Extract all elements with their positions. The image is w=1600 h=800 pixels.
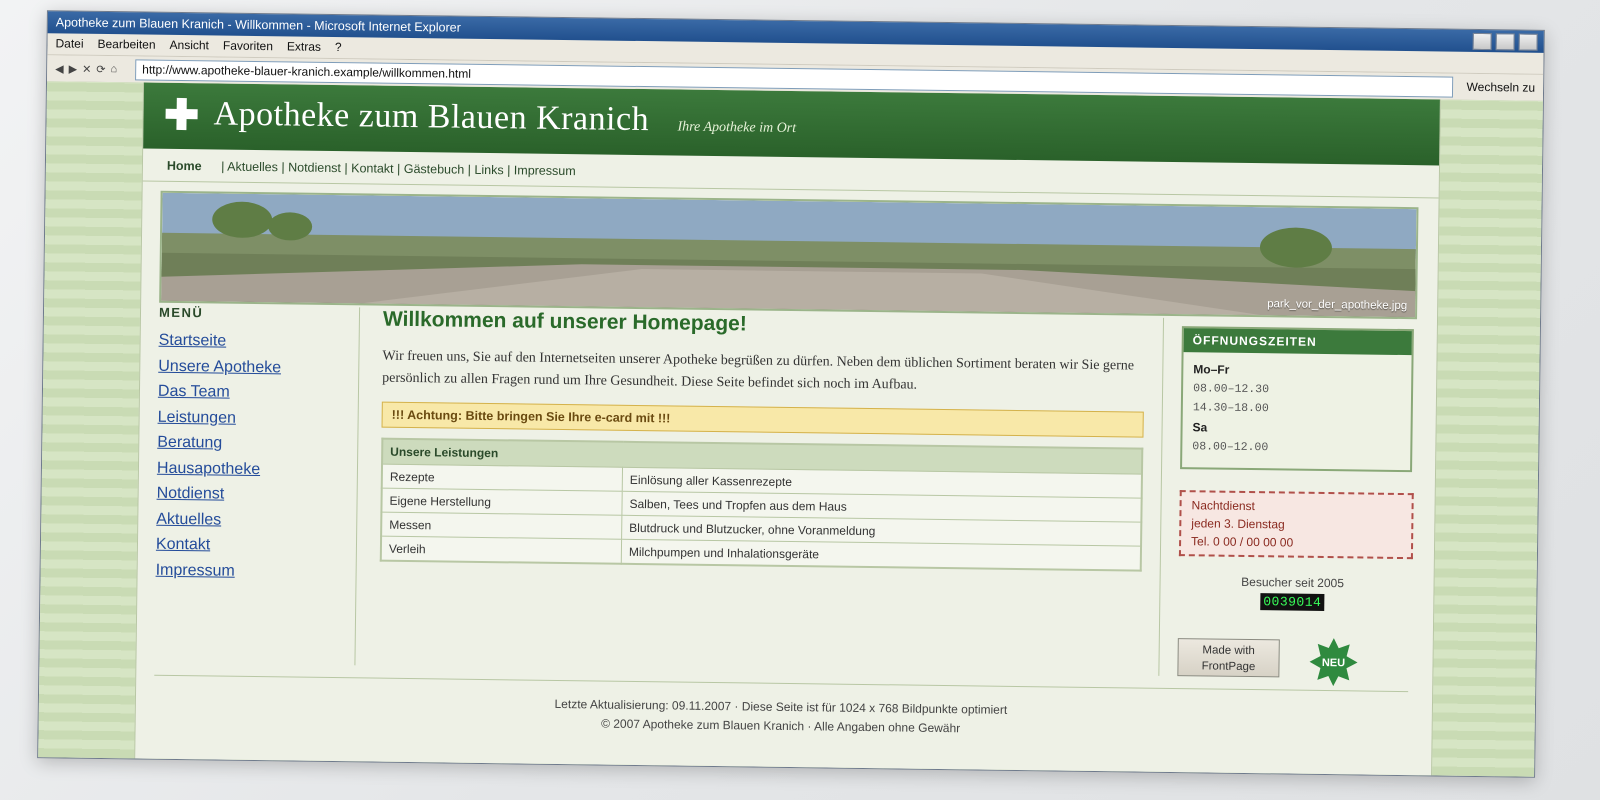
topnav-kontakt[interactable]: Kontakt <box>351 161 394 176</box>
intro-text: Wir freuen uns, Sie auf den Internetseit… <box>382 348 1135 393</box>
menu-link-hausapotheke[interactable]: Hausapotheke <box>157 455 357 483</box>
weekday-label: Mo–Fr <box>1193 362 1230 377</box>
close-button[interactable] <box>1518 33 1538 51</box>
frontpage-line2: FrontPage <box>1201 660 1256 674</box>
menu-link-unsere-apotheke[interactable]: Unsere Apotheke <box>158 353 358 381</box>
opening-hours-box: ÖFFNUNGSZEITEN Mo–Fr 08.00–12.30 14.30–1… <box>1180 326 1414 473</box>
new-badge-text: NEU <box>1322 657 1345 669</box>
service-name: Verleih <box>380 536 622 564</box>
home-icon[interactable]: ⌂ <box>110 63 117 76</box>
topnav-notdienst[interactable]: Notdienst <box>288 160 341 175</box>
topnav-separator: | <box>281 160 285 175</box>
park-illustration <box>161 192 1417 318</box>
menu-favorites[interactable]: Favoriten <box>223 36 273 58</box>
topnav-impressum[interactable]: Impressum <box>514 163 576 178</box>
weekday-morning-time: 08.00–12.30 <box>1193 382 1270 397</box>
saturday-label: Sa <box>1192 420 1208 435</box>
menu-link-notdienst[interactable]: Notdienst <box>156 481 356 509</box>
screen: Apotheke zum Blauen Kranich - Willkommen… <box>0 0 1600 800</box>
window-title: Apotheke zum Blauen Kranich - Willkommen… <box>55 15 461 35</box>
topnav-separator: | <box>507 163 511 178</box>
menu-link-impressum[interactable]: Impressum <box>155 557 355 585</box>
refresh-icon[interactable]: ⟳ <box>96 62 105 75</box>
menu-view[interactable]: Ansicht <box>169 35 209 57</box>
nav-icons: ◀ ▶ ✕ ⟳ ⌂ <box>55 62 135 76</box>
service-name: Rezepte <box>381 464 623 492</box>
topnav-separator: | <box>396 161 401 176</box>
maximize-button[interactable] <box>1495 33 1515 51</box>
browser-window: Apotheke zum Blauen Kranich - Willkommen… <box>37 10 1545 778</box>
frontpage-button[interactable]: Made with FrontPage <box>1177 638 1280 678</box>
night-duty-box: Nachtdienst jeden 3. Dienstag Tel. 0 00 … <box>1178 490 1414 560</box>
menu-link-leistungen[interactable]: Leistungen <box>157 404 357 432</box>
window-controls <box>1472 32 1538 51</box>
service-name: Eigene Herstellung <box>381 488 623 516</box>
page-viewport[interactable]: Apotheke zum Blauen Kranich Ihre Apothek… <box>38 81 1543 777</box>
opening-hours-body: Mo–Fr 08.00–12.30 14.30–18.00 Sa 08.00–1… <box>1182 352 1411 470</box>
topnav-home[interactable]: Home <box>167 159 202 173</box>
new-badge-icon: NEU <box>1309 638 1358 687</box>
banner-caption: park_vor_der_apotheke.jpg <box>1267 298 1408 313</box>
site-title: Apotheke zum Blauen Kranich <box>213 95 650 139</box>
menu-heading: MENÜ <box>158 304 204 321</box>
visitor-counter-label: Besucher seit 2005 <box>1241 574 1345 591</box>
night-duty-phone: Tel. 0 00 / 00 00 00 <box>1191 534 1294 550</box>
menu-link-beratung[interactable]: Beratung <box>157 430 357 458</box>
topnav-links[interactable]: Links <box>474 163 503 177</box>
menu-link-das-team[interactable]: Das Team <box>158 379 358 407</box>
topnav-separator: | <box>221 159 225 174</box>
visitor-counter-value: 0039014 <box>1260 593 1325 611</box>
frontpage-line1: Made with <box>1202 644 1255 658</box>
forward-icon[interactable]: ▶ <box>69 62 78 75</box>
menu-edit[interactable]: Bearbeiten <box>97 34 155 56</box>
weekday-afternoon-time: 14.30–18.00 <box>1192 401 1269 416</box>
stop-icon[interactable]: ✕ <box>82 62 91 75</box>
menu-link-kontakt[interactable]: Kontakt <box>156 532 356 560</box>
site-slogan: Ihre Apotheke im Ort <box>677 119 797 137</box>
saturday-time: 08.00–12.00 <box>1192 440 1269 455</box>
topnav-gaestebuch[interactable]: Gästebuch <box>404 162 465 177</box>
topnav-aktuelles[interactable]: Aktuelles <box>227 160 278 175</box>
park-banner-image: park_vor_der_apotheke.jpg <box>159 190 1419 320</box>
menu-link-aktuelles[interactable]: Aktuelles <box>156 506 356 534</box>
services-table: Unsere Leistungen Rezepte Einlösung alle… <box>379 437 1144 572</box>
menu-link-startseite[interactable]: Startseite <box>158 328 358 356</box>
menu-file[interactable]: Datei <box>55 33 83 54</box>
menu-help[interactable]: ? <box>335 37 342 58</box>
visitor-counter: Besucher seit 2005 0039014 <box>1178 574 1406 612</box>
minimize-button[interactable] <box>1472 32 1492 51</box>
topnav-separator: | <box>344 161 348 176</box>
left-menu: MENÜ Startseite Unsere Apotheke Das Team… <box>154 304 361 666</box>
web-page: Apotheke zum Blauen Kranich Ihre Apothek… <box>134 82 1441 776</box>
back-icon[interactable]: ◀ <box>55 62 64 75</box>
site-footer: Letzte Aktualisierung: 09.11.2007 · Dies… <box>153 674 1409 745</box>
opening-hours-heading: ÖFFNUNGSZEITEN <box>1183 328 1412 356</box>
right-column: ÖFFNUNGSZEITEN Mo–Fr 08.00–12.30 14.30–1… <box>1158 317 1433 687</box>
menu-tools[interactable]: Extras <box>287 36 321 57</box>
go-button[interactable]: Wechseln zu <box>1459 80 1544 95</box>
main-content: Willkommen auf unserer Homepage! Wir fre… <box>379 308 1145 572</box>
service-name: Messen <box>381 512 622 540</box>
topnav-separator: | <box>467 162 472 177</box>
pharmacy-cross-icon <box>165 98 197 130</box>
ecard-notice: !!! Achtung: Bitte bringen Sie Ihre e-ca… <box>381 401 1144 438</box>
